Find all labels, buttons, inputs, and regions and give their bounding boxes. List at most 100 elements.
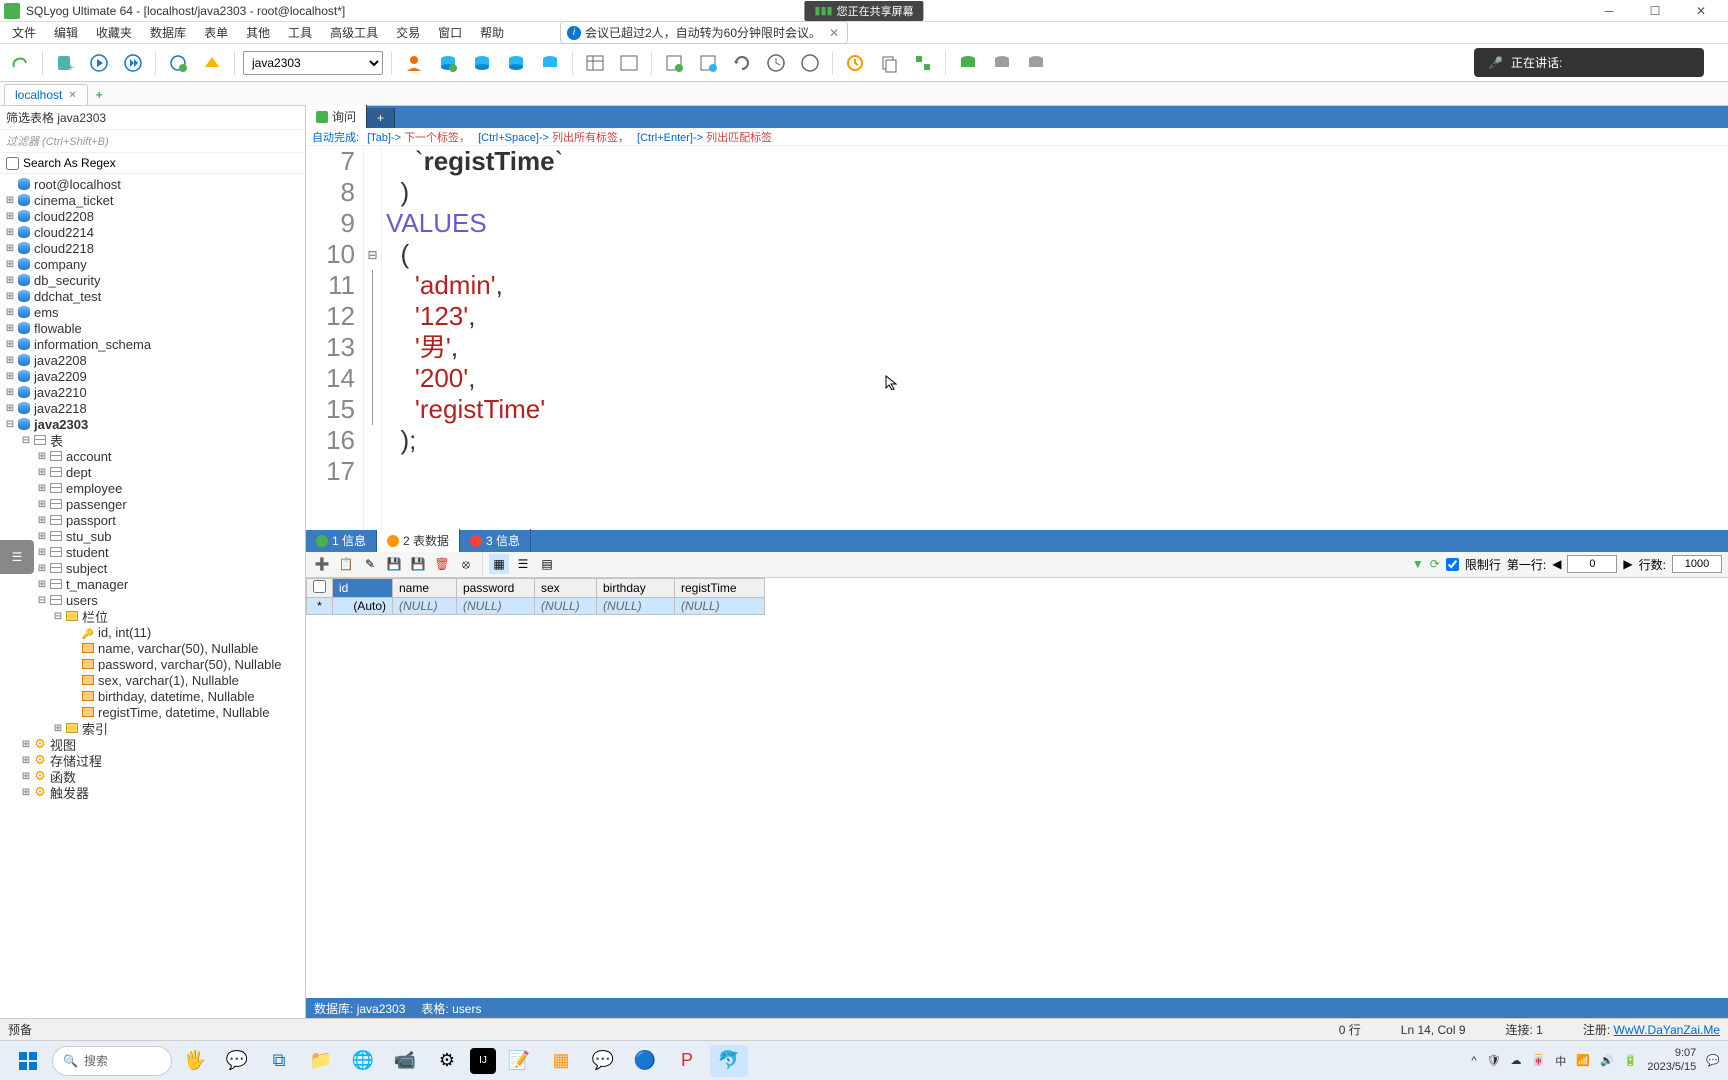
col-sex[interactable]: sex [535, 578, 597, 597]
menu-table[interactable]: 表单 [196, 22, 236, 43]
taskbar-app-3[interactable]: ⚙ [428, 1045, 466, 1077]
col-password[interactable]: password [457, 578, 535, 597]
row-count-input[interactable] [1672, 555, 1722, 573]
schema-tree[interactable]: root@localhost⊞cinema_ticket⊞cloud2208⊞c… [0, 174, 305, 1018]
result-add-button[interactable]: ➕ [312, 554, 332, 574]
col-id[interactable]: id [333, 578, 393, 597]
tree-item[interactable]: ⊞account [0, 448, 305, 464]
tree-item[interactable]: ⊞ems [0, 304, 305, 320]
col-name[interactable]: name [393, 578, 457, 597]
execute-all-button[interactable] [119, 49, 147, 77]
result-edit-button[interactable]: ✎ [360, 554, 380, 574]
taskbar-chrome[interactable]: 🌐 [344, 1045, 382, 1077]
menu-file[interactable]: 文件 [4, 22, 44, 43]
tree-item[interactable]: ⊞java2209 [0, 368, 305, 384]
select-all-checkbox[interactable] [307, 578, 333, 597]
limit-checkbox[interactable] [1446, 558, 1459, 571]
new-query-button[interactable]: + [51, 49, 79, 77]
tree-item[interactable]: ⊞passport [0, 512, 305, 528]
tray-onedrive-icon[interactable]: ☁ [1511, 1054, 1522, 1067]
view-form-button[interactable]: ☰ [513, 554, 533, 574]
format-button[interactable] [909, 49, 937, 77]
tree-item[interactable]: ⊞employee [0, 480, 305, 496]
taskbar-search[interactable]: 🔍 搜索 [52, 1046, 172, 1076]
menu-transaction[interactable]: 交易 [388, 22, 428, 43]
fold-column[interactable]: ⊟ [364, 146, 382, 530]
user-button[interactable] [400, 49, 428, 77]
tree-item[interactable]: ⊞⚙视图 [0, 736, 305, 752]
tray-ime-icon[interactable]: 🀄 [1532, 1054, 1546, 1067]
regex-checkbox-row[interactable]: Search As Regex [0, 153, 305, 174]
reload-button[interactable] [728, 49, 756, 77]
taskbar-app-1[interactable]: 🖐 [176, 1045, 214, 1077]
tree-item[interactable]: registTime, datetime, Nullable [0, 704, 305, 720]
tree-item[interactable]: ⊞cloud2208 [0, 208, 305, 224]
taskbar-clock[interactable]: 9:07 2023/5/15 [1647, 1047, 1696, 1073]
taskbar-app-2[interactable]: 💬 [218, 1045, 256, 1077]
taskbar-intellij[interactable]: IJ [470, 1048, 496, 1074]
menu-powertools[interactable]: 高级工具 [322, 22, 386, 43]
taskbar-sqlyog[interactable]: 🐬 [710, 1045, 748, 1077]
scheduled-button[interactable] [762, 49, 790, 77]
tray-up-icon[interactable]: ^ [1471, 1055, 1476, 1067]
close-button[interactable]: ✕ [1678, 0, 1724, 22]
taskbar-app-5[interactable]: 🔵 [626, 1045, 664, 1077]
col-registtime[interactable]: registTime [675, 578, 765, 597]
execute-button[interactable] [85, 49, 113, 77]
menu-other[interactable]: 其他 [238, 22, 278, 43]
tree-item[interactable]: id, int(11) [0, 624, 305, 640]
tree-item[interactable]: ⊞⚙存储过程 [0, 752, 305, 768]
result-grid[interactable]: id name password sex birthday registTime… [306, 578, 1728, 615]
taskbar-app-4[interactable]: ▦ [542, 1045, 580, 1077]
tree-item[interactable]: ⊞cloud2214 [0, 224, 305, 240]
history-button[interactable] [841, 49, 869, 77]
close-tab-icon[interactable]: ✕ [68, 90, 76, 101]
add-query-tab[interactable]: + [367, 108, 395, 128]
taskbar-vscode[interactable]: ⧉ [260, 1045, 298, 1077]
refresh-button[interactable] [164, 49, 192, 77]
form-view-button[interactable] [660, 49, 688, 77]
table-data-button[interactable] [581, 49, 609, 77]
tree-item[interactable]: birthday, datetime, Nullable [0, 688, 305, 704]
tree-item[interactable]: ⊞cloud2218 [0, 240, 305, 256]
maximize-button[interactable]: ☐ [1632, 0, 1678, 22]
code-content[interactable]: `registTime` )VALUES ( 'admin', '123', '… [382, 146, 1728, 530]
tree-item[interactable]: ⊞java2218 [0, 400, 305, 416]
db-backup-button[interactable] [536, 49, 564, 77]
result-tab-info[interactable]: 1 信息 [306, 529, 377, 552]
sidebar-collapse-handle[interactable]: ☰ [0, 540, 34, 574]
col-birthday[interactable]: birthday [597, 578, 675, 597]
tree-item[interactable]: ⊞索引 [0, 720, 305, 736]
db-refresh-button[interactable] [434, 49, 462, 77]
first-prev-icon[interactable]: ◀ [1552, 557, 1561, 571]
start-button[interactable] [8, 1045, 48, 1077]
result-save-button[interactable]: 💾 [384, 554, 404, 574]
result-tab-data[interactable]: 2 表数据 [377, 529, 460, 552]
db-import-button[interactable] [502, 49, 530, 77]
text-view-button[interactable] [694, 49, 722, 77]
menu-window[interactable]: 窗口 [430, 22, 470, 43]
query-tab-1[interactable]: 询问 [306, 105, 367, 128]
notice-close-icon[interactable]: ✕ [829, 26, 839, 40]
copy-button[interactable] [875, 49, 903, 77]
taskbar-powerpoint[interactable]: P [668, 1045, 706, 1077]
tree-item[interactable]: ⊞student [0, 544, 305, 560]
tree-item[interactable]: ⊞subject [0, 560, 305, 576]
tree-item[interactable]: ⊞java2210 [0, 384, 305, 400]
taskbar-sublime[interactable]: 📝 [500, 1045, 538, 1077]
tree-item[interactable]: ⊞cinema_ticket [0, 192, 305, 208]
taskbar-wechat[interactable]: 💬 [584, 1045, 622, 1077]
tree-item[interactable]: ⊞ddchat_test [0, 288, 305, 304]
refresh-result-icon[interactable]: ⟳ [1430, 557, 1440, 571]
tree-item[interactable]: ⊞flowable [0, 320, 305, 336]
view-text-button[interactable]: ▤ [537, 554, 557, 574]
menu-help[interactable]: 帮助 [472, 22, 512, 43]
tree-item[interactable]: ⊟表 [0, 432, 305, 448]
taskbar-explorer[interactable]: 📁 [302, 1045, 340, 1077]
tray-shield-icon[interactable]: 🛡 [1487, 1054, 1501, 1067]
tree-item[interactable]: ⊟users [0, 592, 305, 608]
db-export-button[interactable] [468, 49, 496, 77]
tree-item[interactable]: ⊞t_manager [0, 576, 305, 592]
tree-item[interactable]: ⊞⚙触发器 [0, 784, 305, 800]
db-tool3-button[interactable] [1022, 49, 1050, 77]
